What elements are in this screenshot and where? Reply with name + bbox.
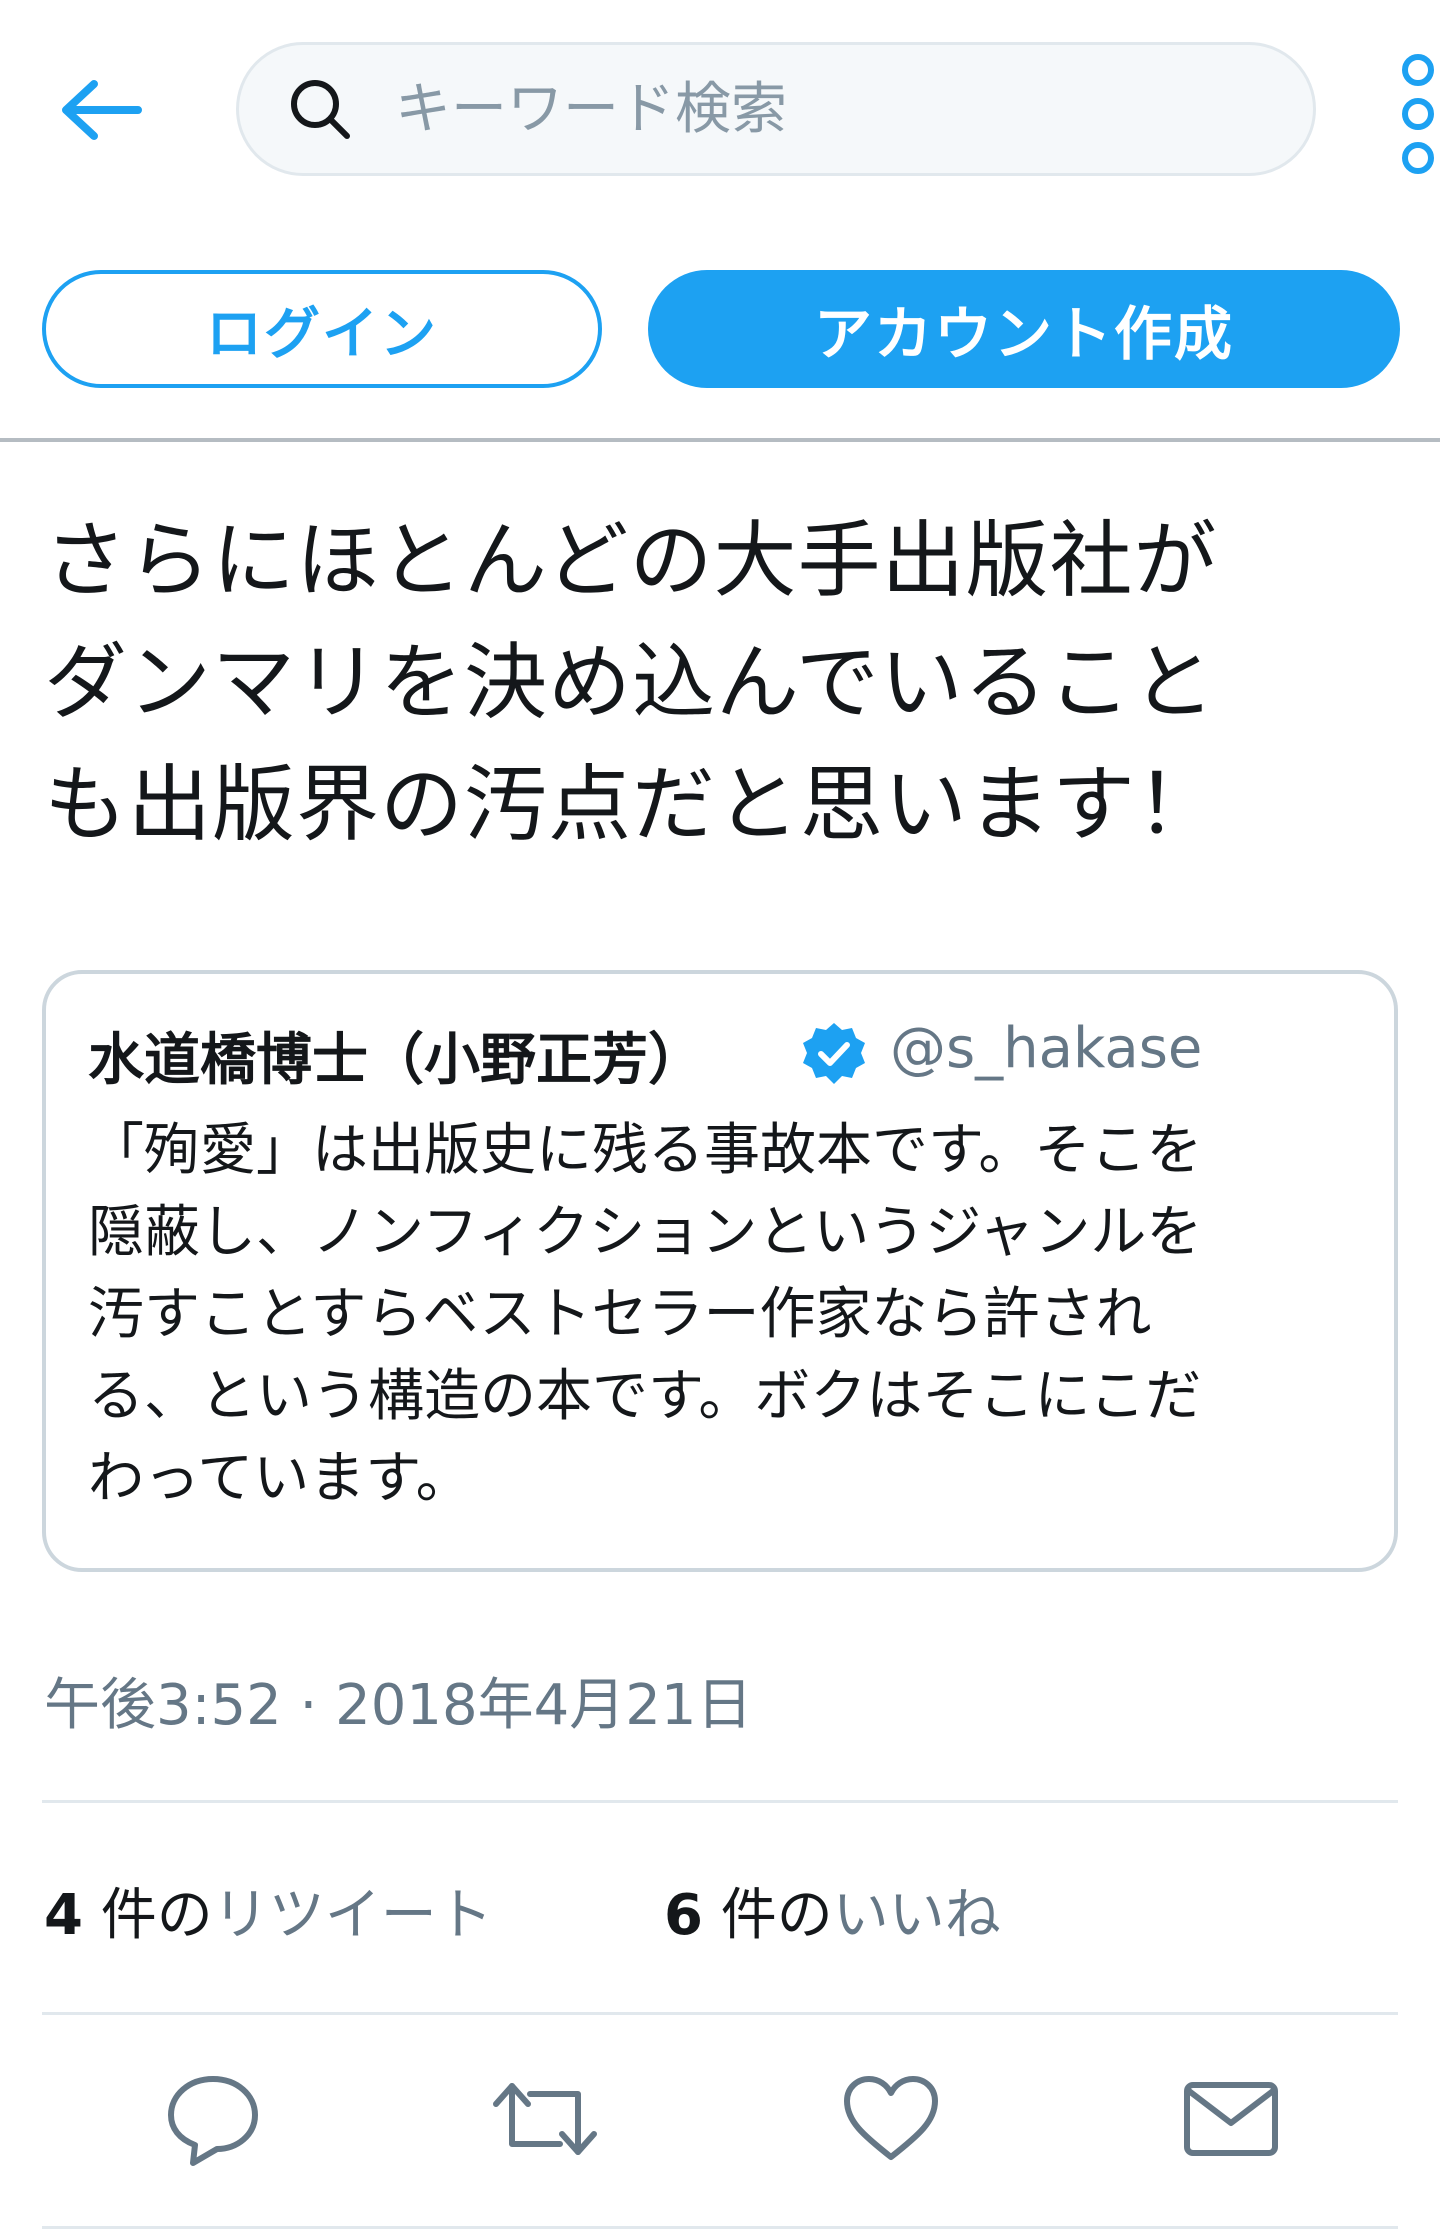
heart-icon <box>844 2076 938 2160</box>
like-count-unit: 件の <box>702 1883 833 1948</box>
divider <box>42 1800 1398 1803</box>
retweet-count-number: 4 <box>44 1883 83 1948</box>
tweet-text: さらにほとんどの大手出版社が ダンマリを決め込んでいること も出版界の汚点だと思… <box>44 512 1220 853</box>
signup-button[interactable]: アカウント作成 <box>648 270 1400 388</box>
back-arrow-icon <box>62 80 142 140</box>
back-button[interactable] <box>40 60 160 160</box>
quoted-tweet-text: 「殉愛」は出版史に残る事故本です。そこを 隠蔽し、ノンフィクションというジャンル… <box>88 1118 1203 1511</box>
header-divider <box>0 438 1440 442</box>
search-input[interactable] <box>393 75 1277 143</box>
divider <box>42 2226 1398 2229</box>
verified-badge-icon <box>800 1020 868 1088</box>
retweet-icon <box>493 2083 597 2155</box>
mail-icon <box>1184 2082 1278 2156</box>
retweet-count-label: リツイート <box>212 1883 493 1948</box>
reply-icon <box>168 2076 258 2166</box>
tweet-timestamp[interactable]: 午後3:52 · 2018年4月21日 <box>44 1660 753 1741</box>
like-count-label: いいね <box>832 1883 1001 1948</box>
more-dot <box>1402 98 1434 130</box>
search-bar[interactable] <box>236 42 1316 176</box>
login-button[interactable]: ログイン <box>42 270 602 388</box>
search-icon <box>287 76 353 142</box>
retweet-button[interactable] <box>490 2064 600 2174</box>
share-button[interactable] <box>1176 2064 1286 2174</box>
quoted-author-handle: @s_hakase <box>890 1016 1203 1081</box>
divider <box>42 2012 1398 2015</box>
retweet-count[interactable]: 4 件のリツイート <box>44 1870 493 1951</box>
quoted-author-name: 水道橋博士（小野正芳） <box>88 1028 704 1093</box>
like-count[interactable]: 6 件のいいね <box>664 1870 1001 1951</box>
like-count-number: 6 <box>664 1883 703 1948</box>
more-dot <box>1402 142 1434 174</box>
retweet-count-unit: 件の <box>82 1883 213 1948</box>
more-options-button[interactable] <box>1396 54 1440 174</box>
reply-button[interactable] <box>158 2064 268 2174</box>
like-button[interactable] <box>836 2064 946 2174</box>
more-vertical-icon <box>1402 54 1434 86</box>
